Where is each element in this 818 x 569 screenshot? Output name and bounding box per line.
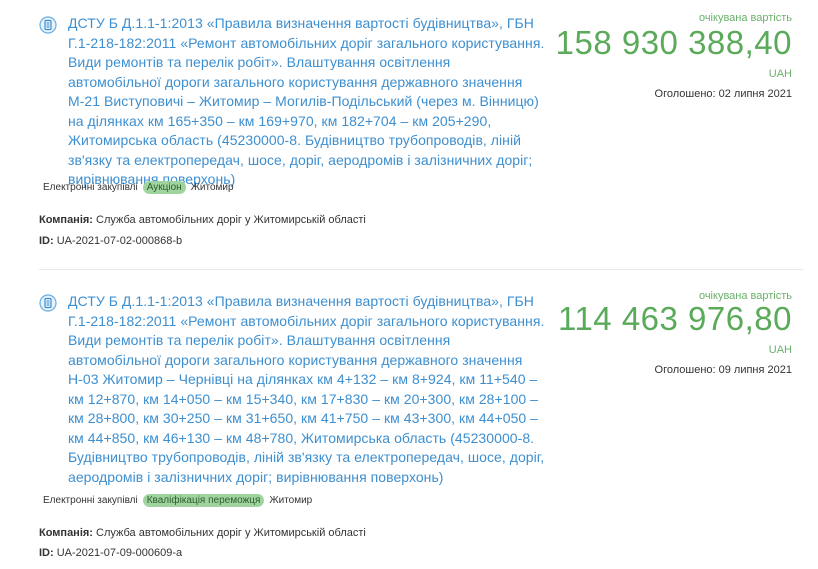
tender-id: UA-2021-07-09-000609-a bbox=[56, 547, 183, 559]
tender-id: UA-2021-07-02-000868-b bbox=[56, 235, 183, 247]
company-name: Служба автомобільних доріг у Житомирські… bbox=[96, 214, 366, 226]
tender-type-icon bbox=[39, 16, 57, 34]
tender-id-line: ID: UA-2021-07-02-000868-b bbox=[39, 235, 182, 247]
tender-tags: Електронні закупівлі Аукціон Житомир bbox=[43, 181, 234, 194]
announced-date: Оголошено: 02 липня 2021 bbox=[654, 88, 792, 100]
company-label: Компанія: bbox=[39, 527, 93, 539]
currency-label: UAH bbox=[768, 68, 792, 80]
id-label: ID: bbox=[39, 547, 54, 559]
card-divider bbox=[39, 269, 803, 270]
status-badge: Аукціон bbox=[142, 181, 186, 194]
company-label: Компанія: bbox=[39, 214, 93, 226]
expected-value-amount: 114 463 976,80 bbox=[558, 300, 792, 337]
id-label: ID: bbox=[39, 235, 54, 247]
expected-value-amount: 158 930 388,40 bbox=[555, 24, 792, 61]
tender-title-link[interactable]: ДСТУ Б Д.1.1-1:2013 «Правила визначення … bbox=[68, 14, 546, 190]
status-badge: Кваліфікація переможця bbox=[142, 494, 265, 507]
tender-type-icon bbox=[39, 294, 57, 312]
company-line: Компанія: Служба автомобільних доріг у Ж… bbox=[39, 214, 366, 226]
company-line: Компанія: Служба автомобільних доріг у Ж… bbox=[39, 527, 366, 539]
expected-value-label: очікувана вартість bbox=[698, 12, 792, 24]
procurement-type-tag: Електронні закупівлі bbox=[43, 182, 138, 193]
tender-id-line: ID: UA-2021-07-09-000609-a bbox=[39, 547, 182, 559]
region-tag: Житомир bbox=[269, 495, 313, 506]
tender-title-link[interactable]: ДСТУ Б Д.1.1-1:2013 «Правила визначення … bbox=[68, 292, 546, 487]
tender-tags: Електронні закупівлі Кваліфікація перемо… bbox=[43, 494, 312, 507]
company-name: Служба автомобільних доріг у Житомирські… bbox=[96, 527, 366, 539]
procurement-type-tag: Електронні закупівлі bbox=[43, 495, 138, 506]
announced-date: Оголошено: 09 липня 2021 bbox=[654, 364, 792, 376]
region-tag: Житомир bbox=[190, 182, 234, 193]
currency-label: UAH bbox=[768, 344, 792, 356]
